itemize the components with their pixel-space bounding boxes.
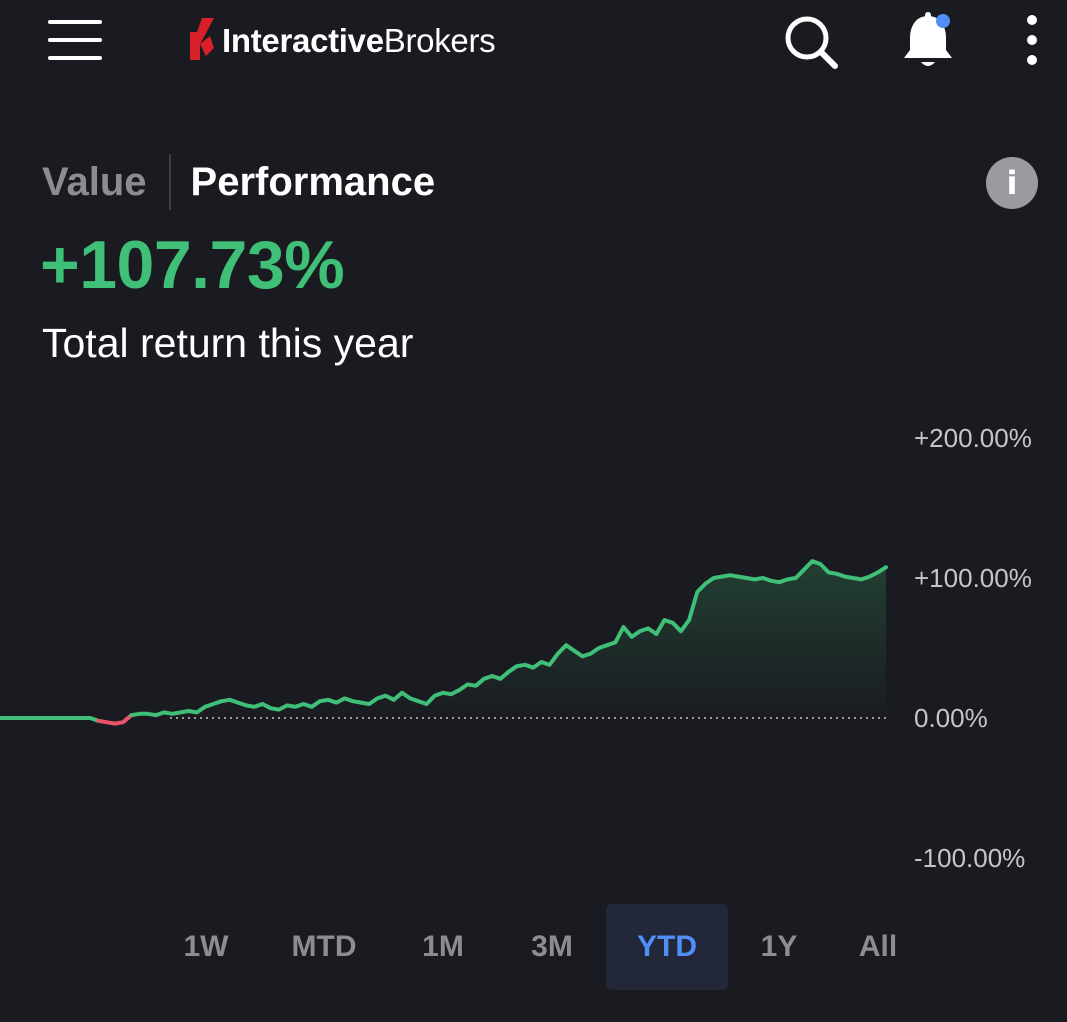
- toggle-performance[interactable]: Performance: [171, 160, 436, 205]
- brand-logo: InteractiveBrokers: [188, 16, 496, 66]
- view-toggle: Value Performance: [42, 154, 435, 210]
- brand-logo-icon: [190, 18, 214, 60]
- toggle-value[interactable]: Value: [42, 160, 169, 205]
- brand-name: InteractiveBrokers: [222, 22, 496, 60]
- bell-icon[interactable]: [896, 10, 960, 74]
- series-line-negative: [96, 713, 134, 726]
- search-icon[interactable]: [778, 10, 842, 74]
- y-tick-label: 0.00%: [914, 703, 988, 733]
- info-icon[interactable]: i: [986, 157, 1038, 209]
- range-tab-1y[interactable]: 1Y: [739, 904, 819, 990]
- y-tick-label: +200.00%: [914, 423, 1032, 453]
- range-tab-1w[interactable]: 1W: [166, 904, 246, 990]
- total-return-caption: Total return this year: [42, 320, 414, 366]
- y-tick-label: +100.00%: [914, 563, 1032, 593]
- app-screen: InteractiveBrokers Value Performance i +…: [0, 0, 1067, 1022]
- range-selector: 1W MTD 1M 3M YTD 1Y All: [0, 904, 1067, 990]
- range-tab-all[interactable]: All: [838, 904, 918, 990]
- brand-name-light: Brokers: [383, 22, 496, 59]
- total-return-value: +107.73%: [40, 227, 345, 303]
- range-tab-mtd[interactable]: MTD: [274, 904, 374, 990]
- more-vertical-icon[interactable]: [1000, 10, 1064, 74]
- range-tab-1m[interactable]: 1M: [403, 904, 483, 990]
- menu-icon[interactable]: [44, 18, 104, 62]
- range-tab-ytd[interactable]: YTD: [606, 904, 728, 990]
- performance-chart[interactable]: +200.00% +100.00% 0.00% -100.00%: [0, 400, 1067, 900]
- range-tab-3m[interactable]: 3M: [512, 904, 592, 990]
- series-line-positive: [0, 716, 101, 723]
- notification-dot: [936, 14, 950, 28]
- y-tick-label: -100.00%: [914, 843, 1025, 873]
- chart-area-fill: [131, 561, 886, 718]
- brand-name-bold: Interactive: [222, 22, 384, 59]
- top-bar: InteractiveBrokers: [0, 0, 1067, 90]
